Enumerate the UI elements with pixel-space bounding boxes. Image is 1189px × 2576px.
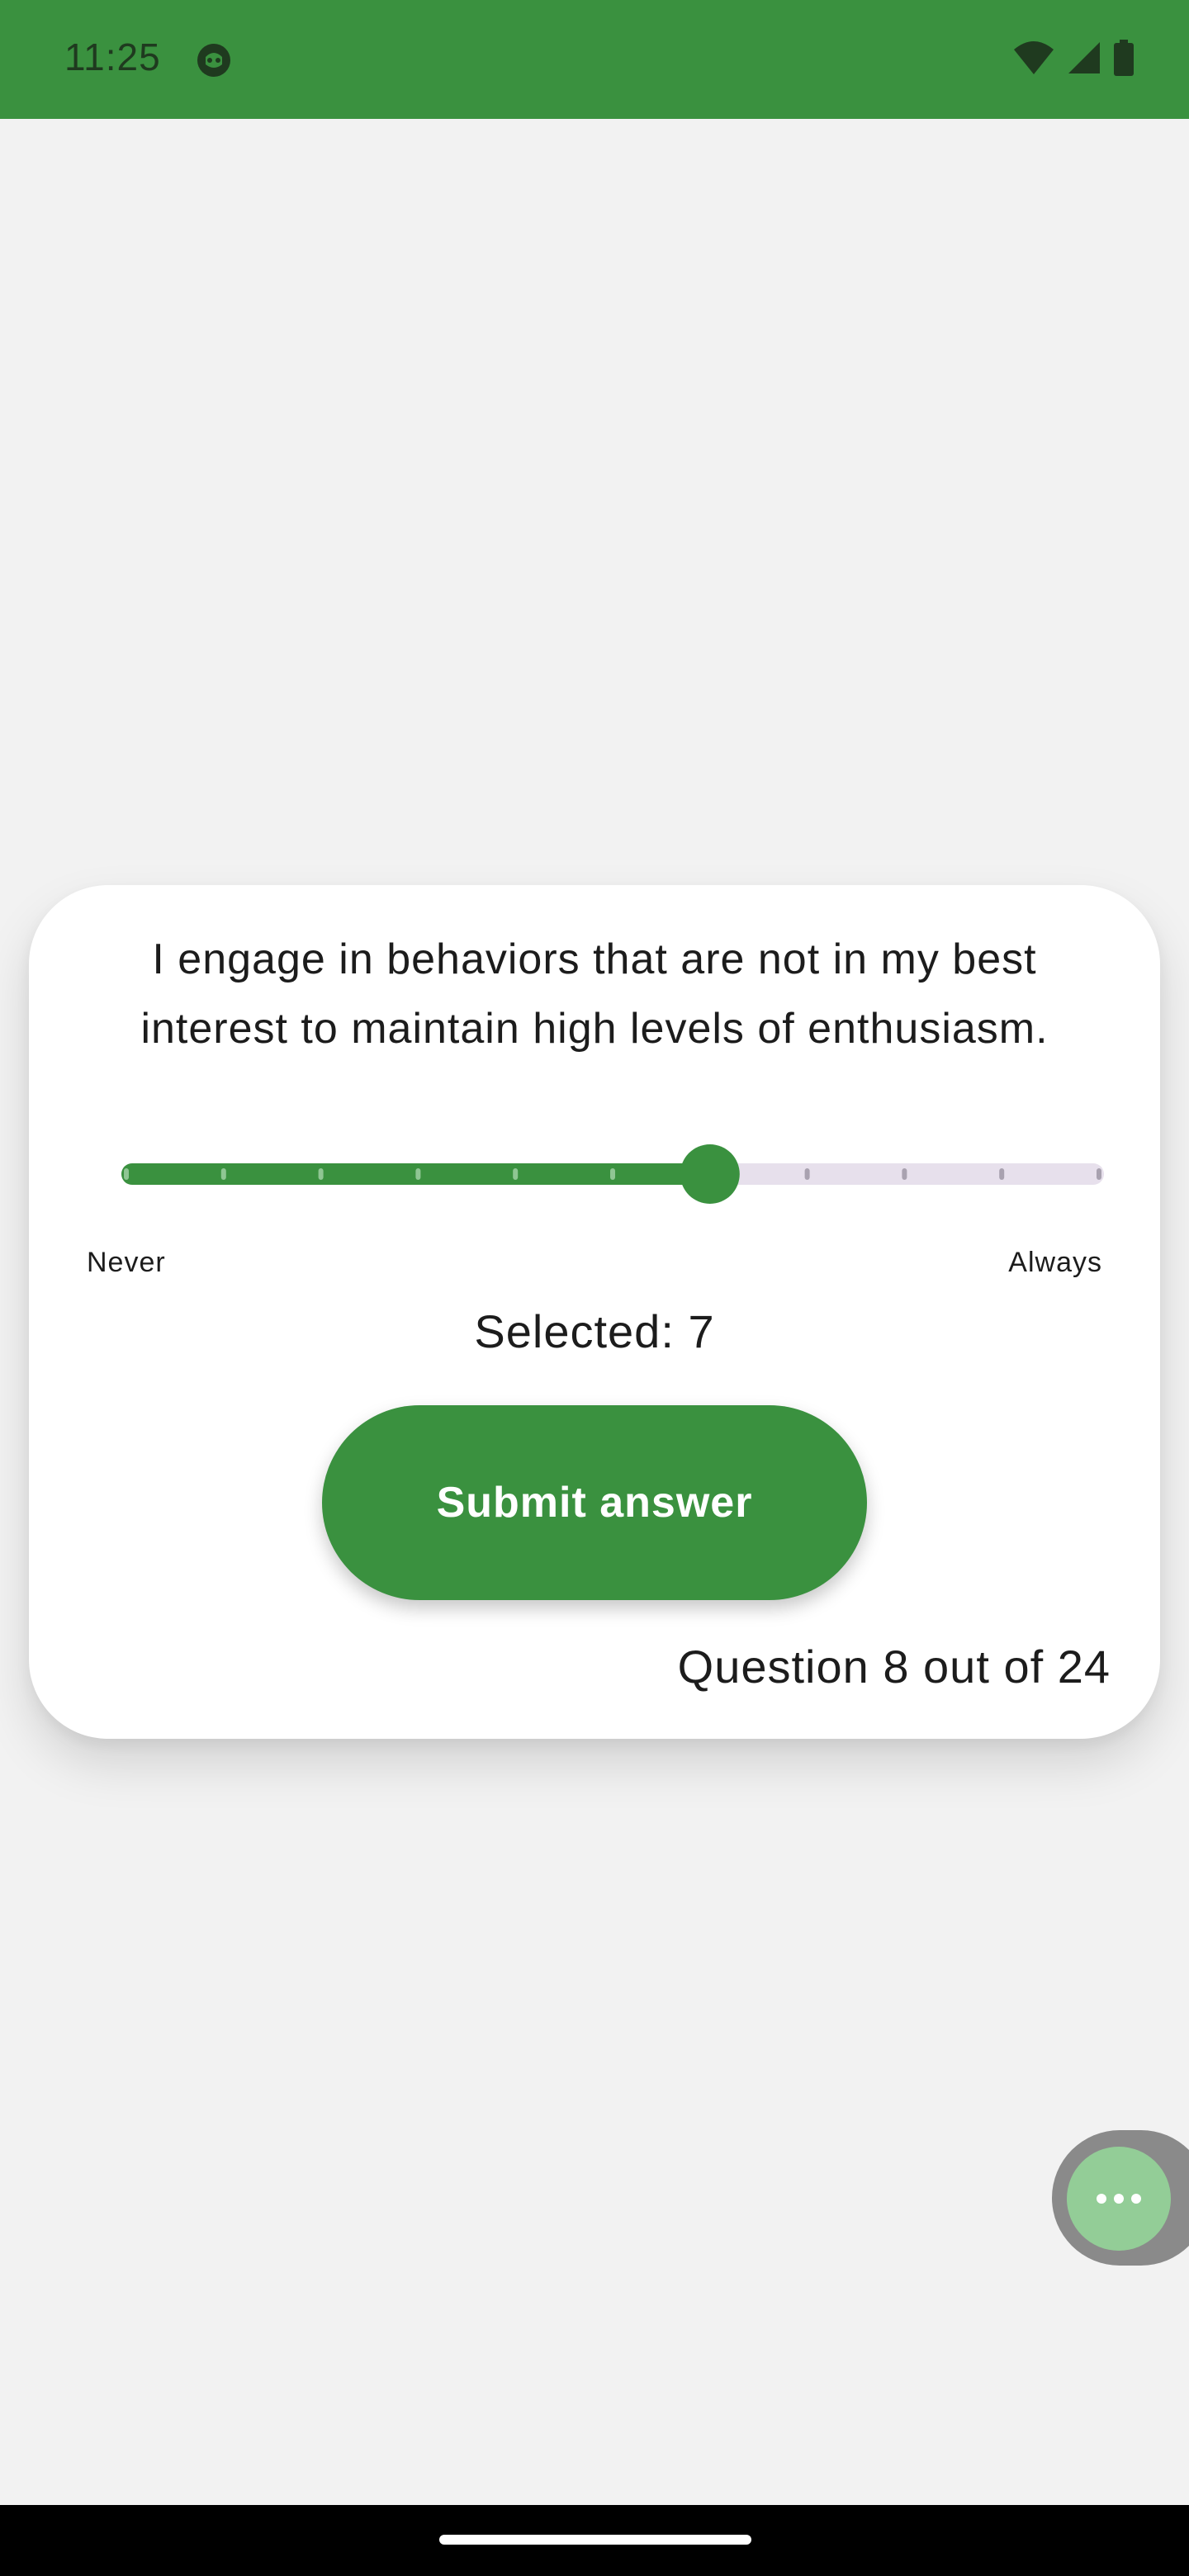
battery-icon — [1114, 40, 1134, 76]
max-label: Always — [1008, 1247, 1102, 1278]
home-gesture-handle[interactable] — [439, 2535, 751, 2545]
status-time: 11:25 — [64, 36, 161, 78]
question-text: I engage in behaviors that are not in my… — [140, 935, 1049, 1053]
question-progress: Question 8 out of 24 — [677, 1641, 1111, 1693]
wifi-icon — [1014, 41, 1054, 74]
selected-value: Selected: 7 — [474, 1305, 715, 1357]
chat-bubble-button[interactable] — [1067, 2147, 1171, 2251]
app-notification-icon — [197, 44, 230, 77]
slider-tick — [804, 1168, 810, 1180]
slider-tick — [610, 1168, 615, 1180]
slider-tick — [318, 1168, 324, 1180]
slider-tick — [124, 1168, 129, 1180]
question-card: I engage in behaviors that are not in my… — [29, 885, 1160, 1739]
status-bar: 11:25 — [0, 0, 1189, 119]
status-icons — [1012, 40, 1135, 76]
slider-tick — [902, 1168, 907, 1180]
rating-slider[interactable] — [121, 1141, 1104, 1207]
more-dots-icon — [1097, 2194, 1141, 2204]
min-label: Never — [87, 1247, 166, 1278]
submit-answer-button[interactable]: Submit answer — [322, 1405, 867, 1600]
slider-tick — [220, 1168, 226, 1180]
navigation-bar — [0, 2505, 1189, 2576]
cell-signal-icon — [1068, 42, 1100, 73]
slider-thumb[interactable] — [680, 1144, 740, 1204]
screen: 11:25 I engage in behaviors that are not… — [0, 0, 1189, 2576]
slider-tick — [415, 1168, 421, 1180]
slider-tick — [999, 1168, 1005, 1180]
slider-tick — [513, 1168, 519, 1180]
slider-tick — [1097, 1168, 1101, 1180]
